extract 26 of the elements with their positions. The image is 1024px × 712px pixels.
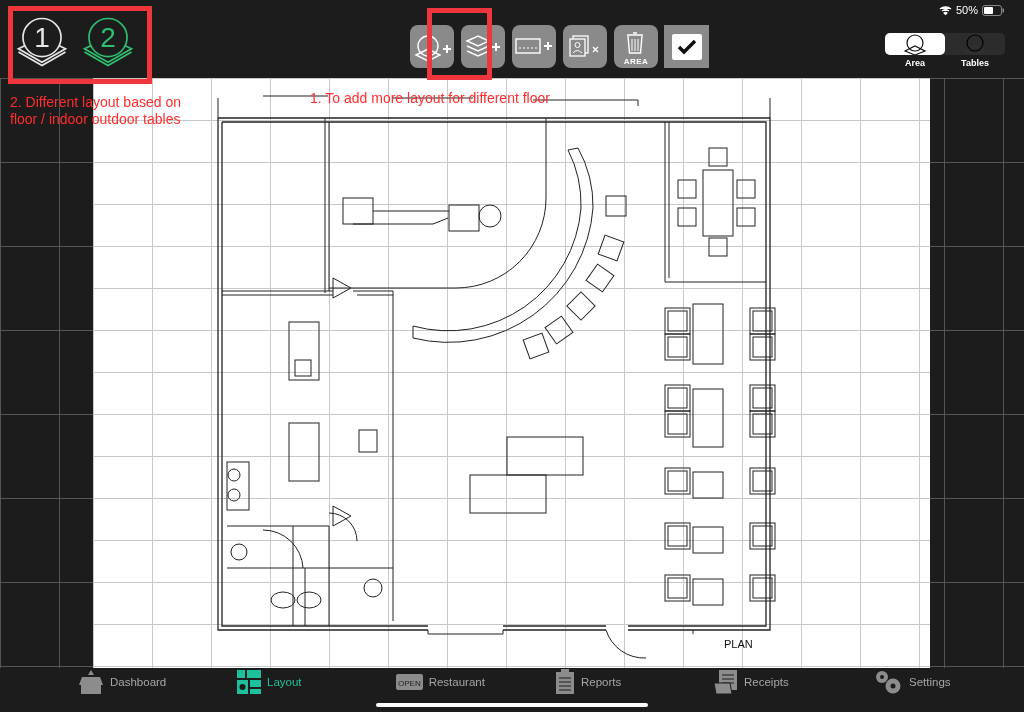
view-tab[interactable] bbox=[885, 33, 945, 55]
annotation-note: 1. To add more layout for different floor bbox=[310, 90, 551, 107]
tool-button[interactable] bbox=[563, 25, 607, 68]
view-label: Tables bbox=[960, 58, 990, 68]
nav-tab[interactable]: Receipts bbox=[714, 669, 873, 695]
plan-label: PLAN bbox=[724, 638, 753, 650]
battery-icon bbox=[982, 4, 1005, 16]
nav-tab[interactable]: Reports bbox=[555, 669, 714, 695]
wifi-icon bbox=[938, 5, 952, 15]
photos-remove-icon bbox=[569, 34, 599, 57]
nav-tab[interactable]: OPEN Restaurant bbox=[396, 674, 555, 690]
highlight-frame bbox=[427, 8, 492, 80]
trash-icon bbox=[626, 32, 644, 54]
nav-tab[interactable]: Settings bbox=[873, 669, 1024, 695]
desk-icon bbox=[78, 669, 104, 695]
nav-tab[interactable]: Layout bbox=[237, 670, 396, 694]
panel-plus-icon bbox=[515, 37, 553, 54]
tool-button[interactable] bbox=[512, 25, 556, 68]
nav-tab[interactable]: Dashboard bbox=[78, 669, 237, 695]
view-label: Area bbox=[904, 58, 926, 68]
battery-percent: 50% bbox=[955, 4, 978, 16]
open-sign-icon: OPEN bbox=[396, 674, 423, 690]
tool-button[interactable] bbox=[410, 25, 454, 68]
layers-plus-icon bbox=[466, 34, 501, 57]
plate-plus-icon bbox=[414, 34, 452, 62]
confirm-toggle[interactable] bbox=[664, 25, 709, 68]
